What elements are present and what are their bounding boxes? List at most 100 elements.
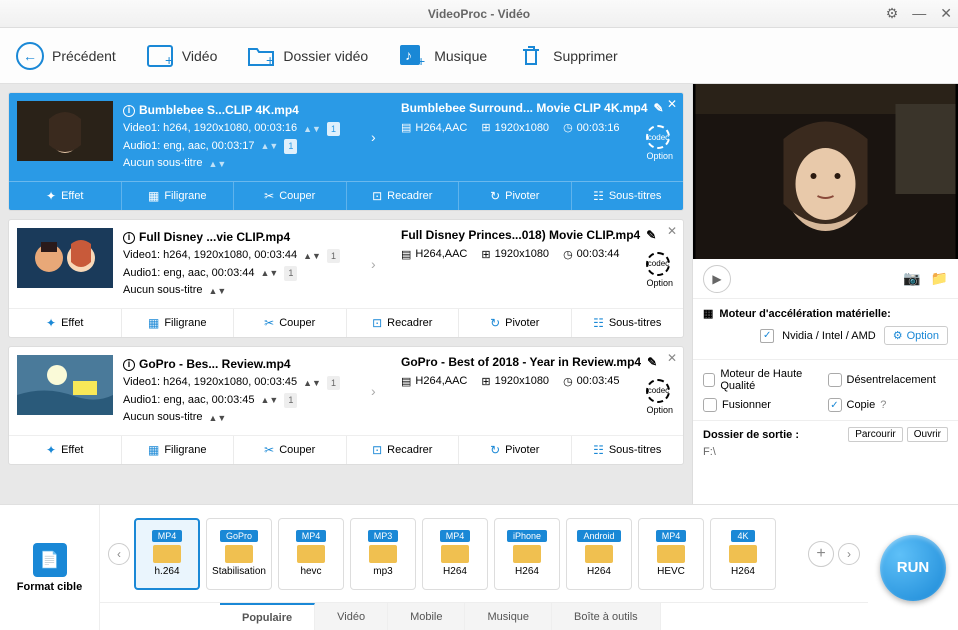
- format-badge: iPhone: [507, 530, 547, 542]
- format-tab[interactable]: Mobile: [388, 603, 465, 630]
- crop-button[interactable]: ⊡Recadrer: [347, 436, 460, 464]
- format-target: 📄 Format cible: [0, 505, 100, 630]
- watermark-button[interactable]: ▦Filigrane: [122, 182, 235, 210]
- title-bar: VideoProc - Vidéo ⚙ — ✕: [0, 0, 958, 28]
- format-deco-icon: [585, 545, 613, 563]
- music-label: Musique: [434, 48, 487, 64]
- format-badge: GoPro: [220, 530, 258, 542]
- format-tab[interactable]: Populaire: [220, 603, 315, 630]
- format-add-button[interactable]: +: [808, 541, 834, 567]
- effect-button[interactable]: ✦Effet: [9, 436, 122, 464]
- run-button[interactable]: RUN: [880, 535, 946, 601]
- hq-label: Moteur de Haute Qualité: [720, 368, 823, 392]
- delete-button[interactable]: Supprimer: [517, 42, 618, 70]
- crop-button[interactable]: ⊡Recadrer: [347, 182, 460, 210]
- effect-button[interactable]: ✦Effet: [9, 182, 122, 210]
- back-button[interactable]: ← Précédent: [16, 42, 116, 70]
- hq-checkbox[interactable]: [703, 373, 715, 387]
- codec-option-button[interactable]: codec Option: [646, 379, 673, 415]
- cut-button[interactable]: ✂Couper: [234, 436, 347, 464]
- format-preset[interactable]: MP4 HEVC: [638, 518, 704, 590]
- watermark-button[interactable]: ▦Filigrane: [122, 309, 235, 337]
- close-icon[interactable]: ✕: [940, 5, 952, 22]
- info-icon[interactable]: i: [123, 232, 135, 244]
- format-tab[interactable]: Vidéo: [315, 603, 388, 630]
- edit-name-icon[interactable]: ✎: [647, 355, 657, 369]
- browse-button[interactable]: Parcourir: [848, 427, 903, 442]
- format-tab[interactable]: Boîte à outils: [552, 603, 661, 630]
- format-preset[interactable]: GoPro Stabilisation: [206, 518, 272, 590]
- open-button[interactable]: Ouvrir: [907, 427, 948, 442]
- format-preset[interactable]: iPhone H264: [494, 518, 560, 590]
- format-target-icon: 📄: [33, 543, 67, 577]
- format-tab[interactable]: Musique: [465, 603, 552, 630]
- back-arrow-icon: ←: [16, 42, 44, 70]
- track-selector-icon[interactable]: ▲▼: [303, 122, 321, 136]
- watermark-button[interactable]: ▦Filigrane: [122, 436, 235, 464]
- copy-checkbox[interactable]: ✓: [828, 398, 842, 412]
- add-video-button[interactable]: + Vidéo: [146, 42, 218, 70]
- chip-icon: ▦: [703, 307, 713, 320]
- codec-option-button[interactable]: codec Option: [646, 252, 673, 288]
- video-item[interactable]: ✕ iGoPro - Bes... Review.mp4 Video1: h26…: [8, 346, 684, 465]
- codec-option-button[interactable]: codec Option: [646, 125, 673, 161]
- codec-icon: ▤: [401, 375, 411, 388]
- format-sub-label: H264: [731, 566, 755, 577]
- subtitle-button[interactable]: ☷Sous-titres: [572, 182, 684, 210]
- track-selector-icon[interactable]: ▲▼: [208, 411, 226, 425]
- hwaccel-option-button[interactable]: ⚙Option: [884, 326, 948, 345]
- rotate-button[interactable]: ↻Pivoter: [459, 309, 572, 337]
- add-music-button[interactable]: ♪+ Musique: [398, 42, 487, 70]
- resolution-icon: ⊞: [481, 375, 490, 388]
- format-preset[interactable]: MP3 mp3: [350, 518, 416, 590]
- subtitle-button[interactable]: ☷Sous-titres: [572, 436, 684, 464]
- gpu-checkbox[interactable]: ✓: [760, 329, 774, 343]
- subtitle-button[interactable]: ☷Sous-titres: [572, 309, 684, 337]
- help-icon[interactable]: ?: [880, 399, 886, 411]
- add-folder-button[interactable]: + Dossier vidéo: [247, 42, 368, 70]
- effect-button[interactable]: ✦Effet: [9, 309, 122, 337]
- format-deco-icon: [369, 545, 397, 563]
- crop-icon: ⊡: [372, 189, 382, 203]
- settings-icon[interactable]: ⚙: [886, 5, 899, 22]
- deinterlace-checkbox[interactable]: [828, 373, 842, 387]
- track-selector-icon[interactable]: ▲▼: [303, 376, 321, 390]
- format-preset[interactable]: 4K H264: [710, 518, 776, 590]
- merge-checkbox[interactable]: [703, 398, 717, 412]
- gpu-label: Nvidia / Intel / AMD: [782, 330, 876, 342]
- video-stream-info: Video1: h264, 1920x1080, 00:03:45: [123, 374, 297, 392]
- minimize-icon[interactable]: —: [912, 5, 926, 22]
- format-preset[interactable]: MP4 H264: [422, 518, 488, 590]
- track-selector-icon[interactable]: ▲▼: [208, 157, 226, 171]
- track-selector-icon[interactable]: ▲▼: [261, 266, 279, 280]
- video-item[interactable]: ✕ iBumblebee S...CLIP 4K.mp4 Video1: h26…: [8, 92, 684, 211]
- edit-name-icon[interactable]: ✎: [646, 228, 656, 242]
- crop-button[interactable]: ⊡Recadrer: [347, 309, 460, 337]
- snapshot-icon[interactable]: 📷: [903, 270, 920, 287]
- format-prev-button[interactable]: ‹: [108, 543, 130, 565]
- cut-button[interactable]: ✂Couper: [234, 309, 347, 337]
- track-selector-icon[interactable]: ▲▼: [208, 284, 226, 298]
- video-item[interactable]: ✕ iFull Disney ...vie CLIP.mp4 Video1: h…: [8, 219, 684, 338]
- track-selector-icon[interactable]: ▲▼: [303, 249, 321, 263]
- track-selector-icon[interactable]: ▲▼: [261, 393, 279, 407]
- arrow-icon: ›: [371, 101, 385, 173]
- track-selector-icon[interactable]: ▲▼: [261, 139, 279, 153]
- info-icon[interactable]: i: [123, 105, 135, 117]
- edit-name-icon[interactable]: ✎: [654, 101, 664, 115]
- rotate-button[interactable]: ↻Pivoter: [459, 436, 572, 464]
- rotate-button[interactable]: ↻Pivoter: [459, 182, 572, 210]
- format-preset[interactable]: MP4 h.264: [134, 518, 200, 590]
- effect-icon: ✦: [46, 189, 56, 203]
- open-folder-icon[interactable]: 📁: [931, 270, 948, 287]
- format-next-button[interactable]: ›: [838, 543, 860, 565]
- info-icon[interactable]: i: [123, 359, 135, 371]
- format-badge: Android: [577, 530, 620, 542]
- merge-label: Fusionner: [722, 399, 771, 411]
- format-preset[interactable]: Android H264: [566, 518, 632, 590]
- format-preset[interactable]: MP4 hevc: [278, 518, 344, 590]
- play-button[interactable]: ▶: [703, 265, 731, 293]
- audio-stream-info: Audio1: eng, aac, 00:03:45: [123, 392, 255, 410]
- cut-button[interactable]: ✂Couper: [234, 182, 347, 210]
- rotate-icon: ↻: [490, 316, 500, 330]
